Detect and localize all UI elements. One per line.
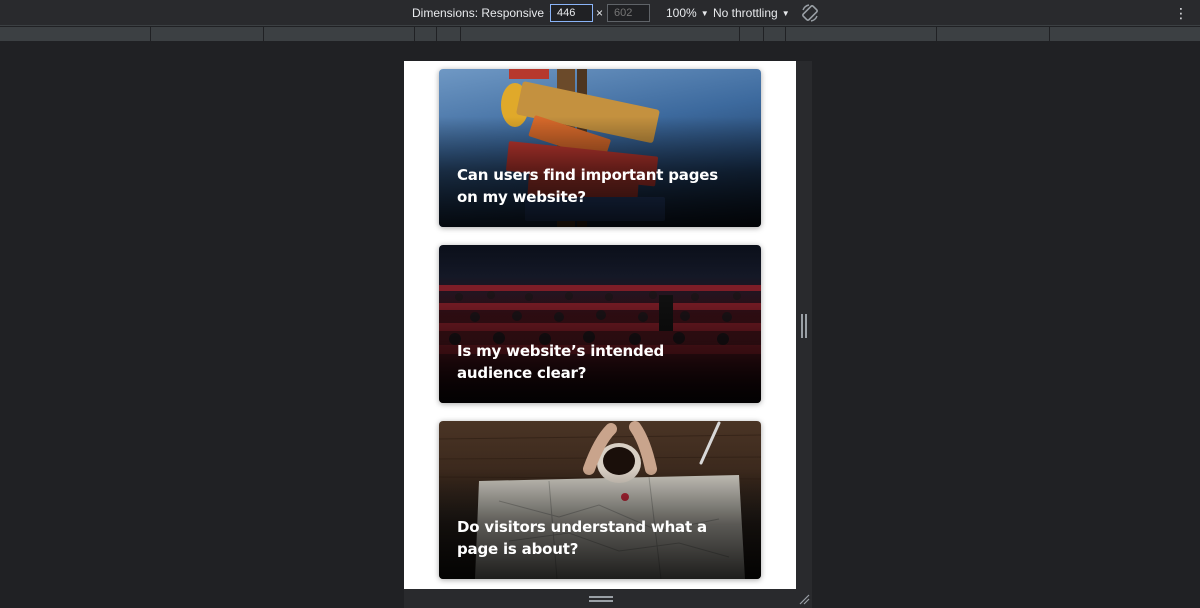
media-query-segment[interactable] <box>764 27 786 41</box>
media-query-segment[interactable] <box>937 27 1050 41</box>
media-query-segment[interactable] <box>786 27 937 41</box>
dimensions-label: Dimensions: Responsive <box>412 6 545 20</box>
card-page-purpose[interactable]: Do visitors understand what a page is ab… <box>439 421 761 579</box>
device-toolbar: Dimensions: Responsive▼ × 100%▼ No throt… <box>0 0 1200 26</box>
media-query-segment[interactable] <box>740 27 764 41</box>
media-query-segment[interactable] <box>437 27 461 41</box>
corner-resize-icon[interactable] <box>798 592 810 605</box>
media-query-segment[interactable] <box>1050 27 1200 41</box>
media-query-segment[interactable] <box>461 27 740 41</box>
zoom-label: 100% <box>666 6 697 20</box>
media-query-segment[interactable] <box>264 27 415 41</box>
rotate-icon[interactable] <box>800 3 820 23</box>
media-query-segment[interactable] <box>151 27 264 41</box>
media-query-bar <box>0 27 1200 41</box>
more-options-icon[interactable]: ⋮ <box>1174 0 1188 26</box>
card-find-pages[interactable]: Can users find important pages on my web… <box>439 69 761 227</box>
zoom-caret-icon: ▼ <box>700 9 709 18</box>
height-input[interactable] <box>607 4 650 22</box>
bottom-resize-handle[interactable] <box>589 595 613 603</box>
card-title: Can users find important pages on my web… <box>457 166 718 206</box>
media-query-segment[interactable] <box>415 27 437 41</box>
media-query-segment[interactable] <box>0 27 151 41</box>
throttling-label: No throttling <box>713 6 778 20</box>
right-resize-handle[interactable] <box>800 314 808 338</box>
dimension-times-sign: × <box>596 6 604 20</box>
card-title: Is my website’s intended audience clear? <box>457 342 665 382</box>
device-viewport: Can users find important pages on my web… <box>404 61 796 589</box>
dimensions-dropdown[interactable]: Dimensions: Responsive▼ <box>412 0 556 26</box>
card-title: Do visitors understand what a page is ab… <box>457 518 707 558</box>
throttling-dropdown[interactable]: No throttling ▼ <box>713 0 790 26</box>
width-input[interactable] <box>550 4 593 22</box>
zoom-dropdown[interactable]: 100% ▼ <box>666 0 709 26</box>
throttling-caret-icon: ▼ <box>781 9 790 18</box>
card-audience[interactable]: Is my website’s intended audience clear? <box>439 245 761 403</box>
